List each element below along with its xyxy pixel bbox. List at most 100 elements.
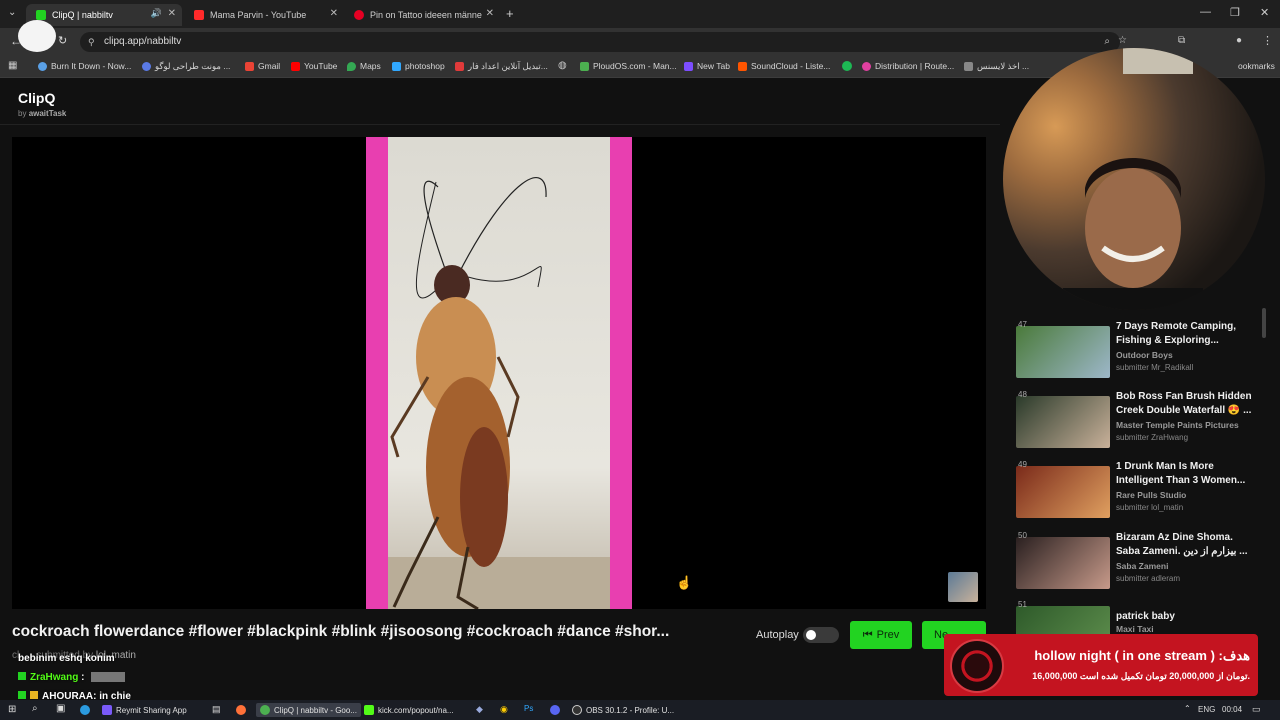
taskbar-reymit[interactable]: Reymit Sharing App [102,703,187,717]
all-bookmarks[interactable]: ookmarks [1238,61,1275,71]
sidebar-scrollbar[interactable] [1262,308,1266,338]
cursor-highlight [18,20,56,52]
bookmark-new-tab[interactable]: New Tab [684,61,730,71]
video-player[interactable] [12,137,986,609]
chat-badge-icon [18,691,26,699]
notifications-icon[interactable]: ▭ [1252,704,1261,715]
autoplay-label: Autoplay [756,629,799,641]
input-language[interactable]: ENG [1198,705,1215,714]
cockroach-illustration [388,177,610,609]
url-text: clipq.app/nabbiltv [104,36,182,47]
taskbar-kick[interactable]: kick.com/popout/na... [364,703,454,717]
tab-search-chevron-icon[interactable]: ⌄ [8,7,16,18]
extensions-icon[interactable]: ⧉ [1178,35,1185,46]
photoshop-icon [392,61,401,71]
maps-pin-icon [347,61,356,71]
tab-strip: ⌄ ClipQ | nabbiltv 🔊 ✕ Mama Parvin - You… [0,0,1280,28]
windows-start-icon[interactable]: ⊞ [8,704,16,715]
mouse-pointer-icon: ☝ [676,575,693,590]
gmail-icon [245,61,254,71]
globe-icon [38,61,47,71]
prev-button[interactable]: ⏮ Prev [850,621,912,649]
queue-item[interactable]: 50 Bizaram Az Dine Shoma. Saba Zameni. ب… [1016,531,1266,595]
profile-icon[interactable]: ● [1236,35,1242,46]
queue-submitter: submitter Mr_Radikall [1116,363,1194,372]
queue-submitter: submitter ZraHwang [1116,433,1189,442]
tab-clipq[interactable]: ClipQ | nabbiltv 🔊 ✕ [26,4,182,26]
author-link[interactable]: awaitTask [29,109,67,118]
app-logo[interactable]: ClipQ [18,90,55,106]
distribution-icon [862,61,871,71]
goal-progress-text: 16,000,000 تومان از 20,000,000 تومان تکم… [1032,671,1250,681]
queue-channel: Rare Pulls Studio [1116,490,1187,500]
queue-channel: Saba Zameni [1116,561,1169,571]
tab-title: Mama Parvin - YouTube [210,10,307,20]
bookmark-soundcloud[interactable]: SoundCloud - Liste... [738,61,830,71]
bookmark-distribution[interactable]: Distribution | Route... [862,61,954,71]
bookmark-photoshop[interactable]: photoshop [392,61,445,71]
taskbar-obs[interactable]: OBS 30.1.2 - Profile: U... [572,703,674,717]
close-tab-icon[interactable]: ✕ [168,8,176,19]
site-info-icon[interactable]: ⚲ [88,32,95,52]
queue-number: 50 [1018,531,1027,540]
bookmark-star-icon[interactable]: ☆ [1118,35,1127,46]
queue-item[interactable]: 48 Bob Ross Fan Brush Hidden Creek Doubl… [1016,390,1266,454]
bookmark-number-converter[interactable]: تبدیل آنلاین اعداد فار... [455,61,548,72]
bookmark-maps[interactable]: Maps [347,61,381,71]
firefox-icon[interactable] [236,705,246,715]
autoplay-toggle[interactable] [803,627,839,643]
queue-title: 7 Days Remote Camping, Fishing & Explori… [1116,321,1237,346]
queue-title: Bizaram Az Dine Shoma. Saba Zameni. بیزا… [1116,532,1248,557]
reload-icon[interactable]: ↻ [58,34,67,47]
play-favicon-icon [36,10,46,20]
close-tab-icon[interactable]: ✕ [330,8,338,19]
speaker-icon[interactable]: 🔊 [151,8,162,19]
donation-goal-overlay: hollow night ( in one stream ) :هدف 16,0… [944,634,1258,696]
tab-pinterest[interactable]: Pin on Tattoo ideeen männer ar ✕ [344,4,500,26]
queue-item[interactable]: 47 7 Days Remote Camping, Fishing & Expl… [1016,320,1266,384]
video-frame[interactable] [366,137,632,609]
tab-mama-parvin[interactable]: Mama Parvin - YouTube ✕ [184,4,344,26]
apps-grid-icon[interactable]: ▦ [8,60,17,71]
app-icon[interactable]: ▤ [212,704,221,715]
toggle-knob [806,630,816,640]
bookmark-license[interactable]: اخذ لایسنس ... [964,61,1029,72]
soundcloud-icon [738,61,747,71]
taskbar-chrome-clipq[interactable]: ClipQ | nabbiltv - Goo... [256,703,361,717]
queue-number: 49 [1018,460,1027,469]
edge-icon[interactable] [80,705,90,715]
zoom-icon[interactable]: ⌕ [1104,32,1110,52]
discord-icon[interactable] [550,705,560,715]
task-view-icon[interactable]: ▣ [56,703,65,714]
clock[interactable]: 00:04 [1222,705,1242,714]
photoshop-taskbar-icon[interactable]: Ps [524,704,533,713]
chat-badge-icon [30,691,38,699]
minimize-icon[interactable]: — [1200,6,1211,18]
close-tab-icon[interactable]: ✕ [486,8,494,19]
tab-title: ClipQ | nabbiltv [52,10,113,20]
globe-icon[interactable]: ◍ [558,60,567,71]
restore-icon[interactable]: ❐ [1230,6,1240,19]
bookmark-ploudos[interactable]: PloudOS.com - Man... [580,61,677,71]
window-close-icon[interactable]: ✕ [1260,6,1269,19]
queue-item[interactable]: 49 1 Drunk Man Is More Intelligent Than … [1016,460,1266,524]
bookmark-burn-it-down[interactable]: Burn It Down - Now... [38,61,131,71]
bookmark-logo-design[interactable]: مونت طراحی لوگو ... [142,61,230,72]
goal-title: hollow night ( in one stream ) :هدف [1034,648,1250,663]
tray-chevron-icon[interactable]: ⌃ [1184,704,1191,713]
url-field[interactable]: ⚲ clipq.app/nabbiltv ⌕ [80,32,1120,52]
bookmark-gmail[interactable]: Gmail [245,61,280,71]
app-icon[interactable]: ◆ [476,704,483,715]
spotify-icon[interactable] [842,61,852,71]
menu-icon[interactable]: ⋮ [1262,34,1273,47]
queue-channel: Outdoor Boys [1116,350,1173,360]
youtube-favicon-icon [194,10,204,20]
search-icon[interactable]: ⌕ [32,703,38,714]
kick-icon [364,705,374,715]
queue-item[interactable]: 51 patrick baby Maxi Taxi [1016,600,1266,640]
chat-message: bebinim eshq konim [18,653,115,664]
app-icon[interactable]: ◉ [500,704,508,715]
bookmark-youtube[interactable]: YouTube [291,61,337,71]
new-tab-button[interactable]: + [506,6,514,21]
queue-number: 51 [1018,600,1027,609]
